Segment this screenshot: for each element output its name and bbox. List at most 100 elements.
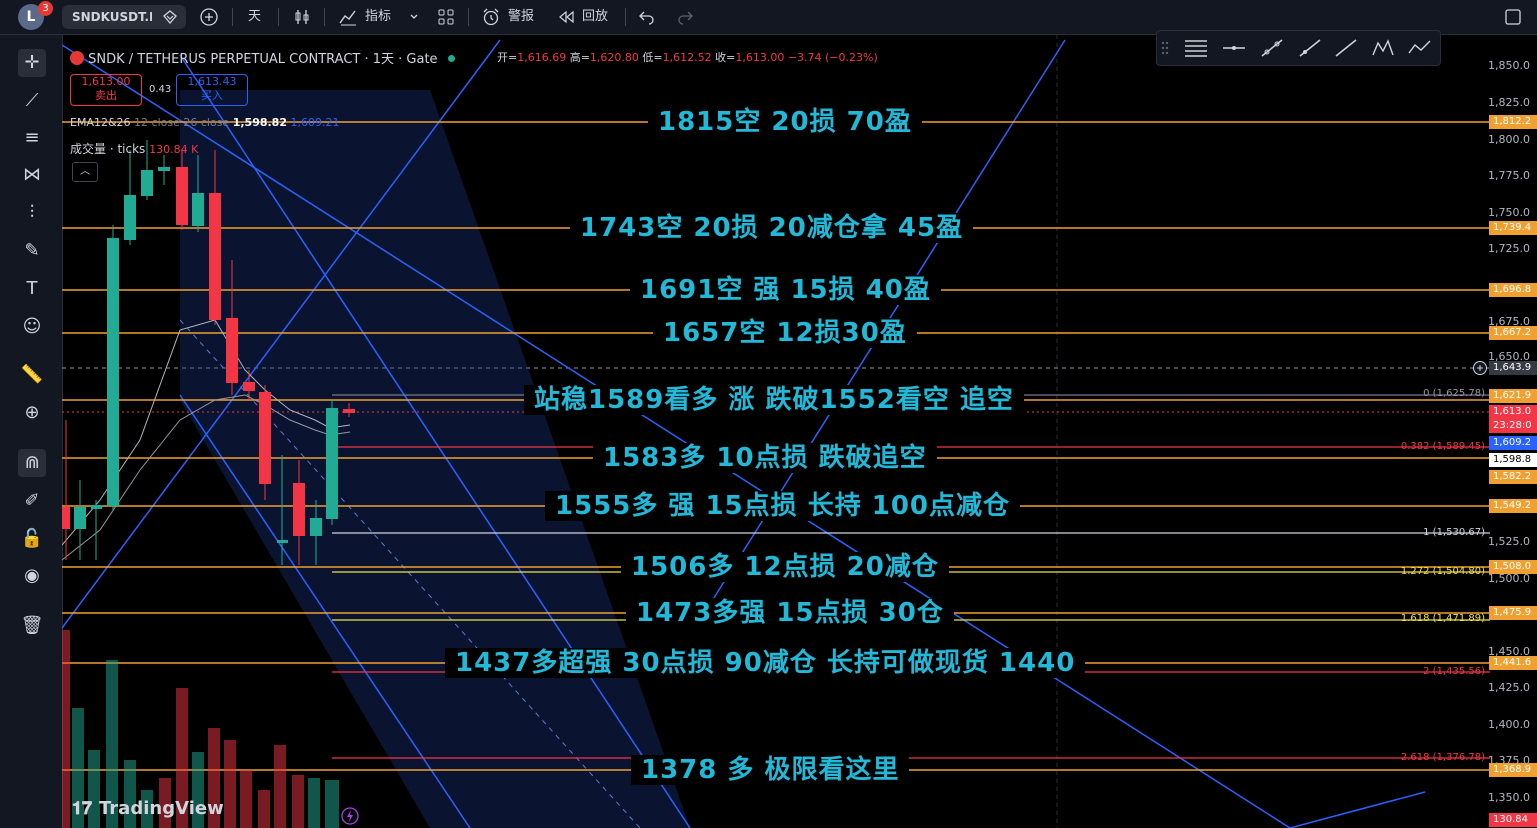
crosshair-price-tag: 1,643.9	[1489, 361, 1537, 375]
drawing-toolbar: ✛ ⟋ ≡ ⋈ ⫶ ✎ T ☺ 📏 ⊕ ⋒ ✐ 🔓 ◉ 🗑	[0, 35, 63, 828]
axis-tick: 1,775.0	[1488, 169, 1530, 182]
candle-type-icon[interactable]	[292, 7, 312, 27]
emoji-icon[interactable]: ☺	[18, 313, 46, 341]
replay-button[interactable]: 回放	[582, 5, 608, 29]
alarm-clock-icon[interactable]	[481, 7, 501, 27]
ema26-tag: 1,598.8	[1489, 453, 1537, 467]
last-price-tag: 1,613.0	[1489, 405, 1537, 419]
collapse-legend-button[interactable]: ︿	[72, 162, 98, 182]
fib-label: 1.272 (1,504.80)	[1400, 566, 1485, 577]
trend-angle-icon[interactable]	[1259, 37, 1285, 59]
price-tag: 1,582.2	[1489, 470, 1537, 484]
add-alert-plus-icon[interactable]	[1472, 360, 1488, 376]
separator	[324, 8, 325, 26]
ema-legend[interactable]: EMA12&26 12 close 26 close 1,598.82 1,60…	[70, 116, 339, 129]
candle	[62, 507, 70, 529]
path-tool-icon[interactable]	[1407, 37, 1433, 59]
annotation-1437[interactable]: 1437多超强 30点损 90减仓 长持可做现货 1440	[445, 648, 1086, 678]
chevron-down-icon[interactable]	[409, 12, 419, 22]
symbol-search[interactable]: SNDKUSDT.P	[62, 5, 186, 29]
exchange-logo-icon	[70, 51, 84, 65]
extended-line-icon[interactable]	[1333, 37, 1359, 59]
price-tag: 1,621.9	[1489, 389, 1537, 403]
fib-tool-icon[interactable]: ⫶	[18, 199, 46, 227]
replay-icon[interactable]	[557, 9, 575, 25]
ray-icon[interactable]	[1297, 37, 1323, 59]
price-tag: 1,508.0	[1489, 560, 1537, 574]
price-chart[interactable]	[62, 35, 1537, 828]
chart-title[interactable]: SNDK / TETHERUS PERPETUAL CONTRACT · 1天 …	[88, 52, 437, 67]
axis-tick: 1,800.0	[1488, 133, 1530, 146]
axis-tick: 1,425.0	[1488, 681, 1530, 694]
layout-grid-icon[interactable]	[436, 7, 456, 27]
price-tag: 1,696.8	[1489, 283, 1537, 297]
candle	[91, 505, 102, 509]
brush-icon[interactable]: ✎	[18, 237, 46, 265]
ruler-icon[interactable]: 📏	[18, 361, 46, 389]
interval-button[interactable]: 天	[248, 5, 261, 29]
fib-label: 1 (1,530.67)	[1423, 527, 1485, 538]
annotation-1506[interactable]: 1506多 12点损 20减仓	[621, 552, 949, 582]
axis-tick: 1,350.0	[1488, 791, 1530, 804]
separator	[232, 8, 233, 26]
annotation-1473[interactable]: 1473多强 15点损 30仓	[626, 598, 954, 628]
lock-icon[interactable]: 🔓	[18, 525, 46, 553]
candle	[192, 193, 204, 226]
tradingview-logo-icon: 𝟏𝟕	[72, 798, 93, 819]
candle	[107, 238, 119, 506]
trend-line-right	[1289, 791, 1426, 828]
buy-button[interactable]: 1,613.43 买入	[176, 74, 248, 106]
trend-line-icon[interactable]: ⟋	[18, 87, 46, 115]
undo-icon[interactable]	[638, 8, 656, 26]
sell-button[interactable]: 1,613.00 卖出	[70, 74, 142, 106]
horizontal-ray-icon[interactable]	[1221, 37, 1247, 59]
lines-menu-icon[interactable]	[1183, 37, 1209, 59]
alert-button[interactable]: 警报	[508, 5, 534, 29]
pattern-icon[interactable]: ⋈	[18, 161, 46, 189]
axis-tick: 1,825.0	[1488, 96, 1530, 109]
separator	[278, 8, 279, 26]
annotation-1815[interactable]: 1815空 20损 70盈	[648, 107, 922, 137]
price-tag: 1,441.6	[1489, 656, 1537, 670]
text-tool-icon[interactable]: T	[18, 275, 46, 303]
volume-tag: 130.84	[1489, 813, 1537, 827]
annotation-1691[interactable]: 1691空 强 15损 40盈	[630, 275, 941, 305]
annotation-1657[interactable]: 1657空 12损30盈	[653, 318, 917, 348]
annotation-1583[interactable]: 1583多 10点损 跌破追空	[593, 443, 937, 473]
magnet-icon[interactable]: ⋒	[18, 449, 46, 477]
floating-drawing-toolbar	[1156, 30, 1441, 66]
watchlist-diamond-icon[interactable]	[162, 9, 178, 25]
fib-label: 0 (1,625.78)	[1423, 388, 1485, 399]
volume-bar	[62, 630, 70, 828]
redo-icon[interactable]	[676, 8, 694, 26]
pattern-tool-icon[interactable]	[1371, 37, 1397, 59]
trash-icon[interactable]: 🗑	[18, 612, 46, 640]
candle	[243, 382, 255, 391]
volume-legend[interactable]: 成交量 · ticks 130.84 K	[70, 140, 198, 157]
visibility-icon[interactable]: ◉	[18, 562, 46, 590]
draw-mode-icon[interactable]: ✐	[18, 487, 46, 515]
annotation-1378[interactable]: 1378 多 极限看这里	[631, 755, 910, 785]
annotation-1555[interactable]: 1555多 强 15点损 长持 100点减仓	[545, 491, 1021, 521]
drag-handle-icon[interactable]	[1161, 40, 1169, 56]
ohlc-values: 开=1,616.69 高=1,620.80 低=1,612.52 收=1,613…	[497, 51, 878, 64]
indicators-icon[interactable]	[338, 7, 358, 27]
separator	[468, 8, 469, 26]
candle	[343, 409, 355, 413]
fullscreen-icon[interactable]	[1503, 7, 1523, 27]
zoom-in-icon[interactable]: ⊕	[18, 399, 46, 427]
annotation-1589[interactable]: 站稳1589看多 涨 跌破1552看空 追空	[524, 385, 1024, 415]
crosshair-icon[interactable]: ✛	[18, 49, 46, 77]
candle	[74, 507, 86, 529]
indicators-button[interactable]: 指标	[365, 5, 391, 29]
market-status-dot	[447, 55, 455, 62]
fib-label: 1.618 (1,471.89)	[1400, 613, 1485, 624]
price-tag: 1,667.2	[1489, 326, 1537, 340]
tradingview-logo[interactable]: 𝟏𝟕 TradingView	[72, 795, 224, 819]
candle	[158, 167, 170, 171]
horizontal-lines-icon[interactable]: ≡	[18, 124, 46, 152]
candle	[209, 193, 221, 320]
add-symbol-icon[interactable]	[199, 7, 219, 27]
annotation-1743[interactable]: 1743空 20损 20减仓拿 45盈	[570, 213, 974, 243]
lightning-icon[interactable]	[340, 806, 360, 826]
